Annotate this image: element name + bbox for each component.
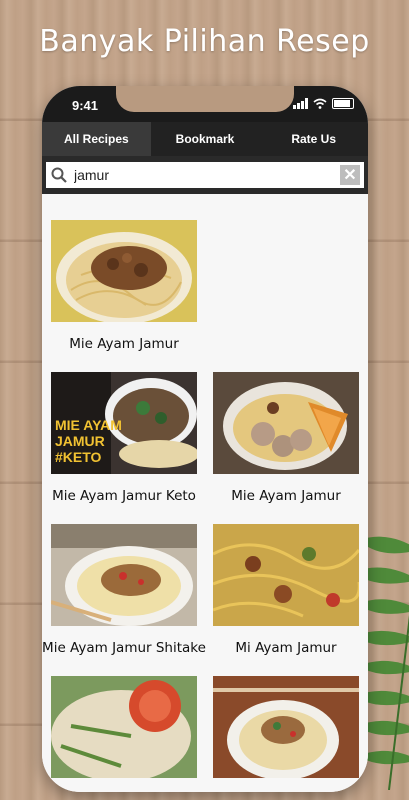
recipe-image (212, 524, 361, 626)
recipe-card[interactable] (213, 676, 359, 783)
search-icon (51, 167, 67, 183)
recipe-card[interactable]: Mie Ayam Jamur (51, 220, 197, 352)
recipe-title: Mie Ayam Jamur (231, 488, 341, 504)
promo-headline: Banyak Pilihan Resep (39, 24, 370, 59)
search-bar: ✕ (42, 156, 368, 194)
recipe-card[interactable]: MIE AYAM JAMUR #KETO Mie Ayam Jamur Keto (51, 372, 199, 504)
status-icons (293, 98, 354, 109)
tab-all-recipes[interactable]: All Recipes (42, 122, 151, 156)
phone-frame: 9:41 All Recipes Bookmark Rate Us ✕ (42, 86, 368, 792)
recipe-card[interactable]: Mi Ayam Jamur (212, 524, 361, 656)
recipe-image (213, 372, 359, 474)
close-icon[interactable]: ✕ (340, 165, 360, 185)
svg-text:#KETO: #KETO (55, 449, 102, 465)
tab-bar: All Recipes Bookmark Rate Us (42, 122, 368, 156)
recipe-title: Mie Ayam Jamur (69, 336, 179, 352)
tab-bookmark[interactable]: Bookmark (151, 122, 260, 156)
signal-icon (293, 98, 308, 109)
tab-rate-us[interactable]: Rate Us (259, 122, 368, 156)
recipe-image (213, 676, 359, 780)
recipe-grid: Mie Ayam Jamur MIE AYAM JAMUR #KETO Mie … (42, 194, 368, 792)
search-box: ✕ (46, 162, 364, 188)
recipe-image (51, 220, 197, 324)
recipe-image (51, 676, 197, 782)
recipe-card[interactable] (51, 676, 197, 783)
wifi-icon (313, 98, 327, 109)
status-bar: 9:41 (42, 86, 368, 122)
svg-text:MIE AYAM: MIE AYAM (55, 417, 122, 433)
recipe-card[interactable]: Mie Ayam Jamur Shitake (42, 524, 206, 656)
svg-text:JAMUR: JAMUR (55, 433, 105, 449)
recipe-image: MIE AYAM JAMUR #KETO (51, 372, 199, 474)
recipe-image (50, 524, 197, 626)
status-time: 9:41 (72, 98, 99, 113)
search-input[interactable] (74, 167, 324, 183)
battery-icon (332, 98, 354, 109)
recipe-title: Mi Ayam Jamur (235, 640, 337, 656)
phone-notch (116, 86, 294, 112)
recipe-card[interactable]: Mie Ayam Jamur (213, 372, 359, 504)
